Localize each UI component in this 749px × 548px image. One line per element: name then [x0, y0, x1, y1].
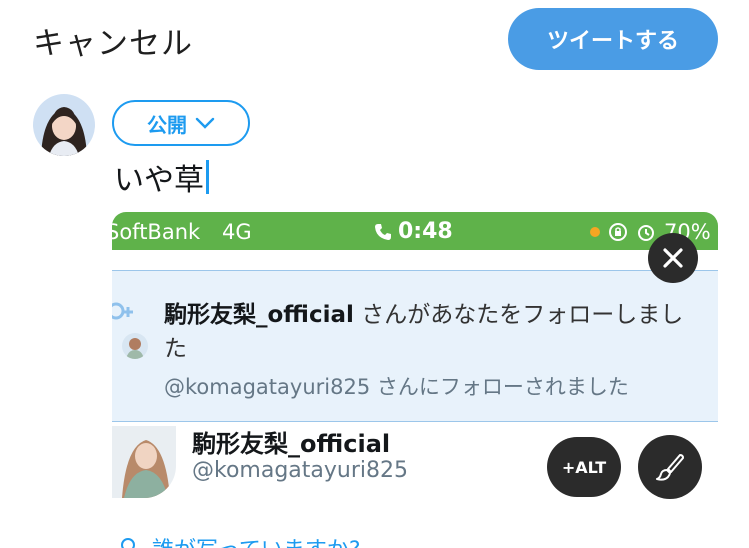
person-icon — [121, 538, 135, 548]
user-card-handle: @komagatayuri825 — [192, 458, 408, 483]
notification-text-end: た — [164, 336, 187, 362]
notification-name: 駒形友梨_official — [164, 302, 354, 328]
clock-time: 0:48 — [398, 219, 453, 244]
status-icons: 70% — [590, 220, 711, 244]
clock: 0:48 — [374, 219, 453, 244]
user-card-avatar — [112, 426, 176, 498]
close-icon — [663, 248, 683, 268]
remove-media-button[interactable] — [648, 233, 698, 283]
tag-people-prompt[interactable]: 誰が写っていますか? — [118, 532, 361, 548]
phone-icon — [375, 223, 391, 240]
brush-icon — [656, 454, 684, 481]
recording-dot — [590, 227, 600, 237]
tag-people-label: 誰が写っていますか? — [152, 532, 361, 548]
edit-image-button[interactable] — [638, 435, 702, 499]
carrier-label: SoftBank — [112, 220, 201, 244]
network-label: 4G — [222, 220, 252, 244]
notification-text: さんがあなたをフォローしまし — [361, 302, 684, 328]
audience-label: 公開 — [147, 112, 187, 137]
notification-subtext: @komagatayuri825 さんにフォローされました — [164, 375, 629, 399]
user-card-name: 駒形友梨_official — [192, 430, 391, 458]
avatar[interactable] — [33, 94, 95, 156]
chevron-down-icon — [195, 117, 215, 129]
tweet-button[interactable]: ツイートする — [508, 8, 718, 70]
cancel-button[interactable]: キャンセル — [33, 18, 193, 63]
status-bar: SoftBank 4G 0:48 70% — [112, 212, 718, 250]
attached-image[interactable]: SoftBank 4G 0:48 70% 駒形友梨_official さんがあな… — [112, 212, 718, 498]
orientation-lock-icon — [609, 223, 627, 241]
notification-message: 駒形友梨_official さんがあなたをフォローしまし — [164, 295, 683, 329]
follow-notification: 駒形友梨_official さんがあなたをフォローしまし た @komagata… — [112, 270, 718, 422]
notification-avatar — [122, 333, 148, 359]
tweet-text-input[interactable]: いや草 — [114, 155, 209, 199]
alarm-icon — [638, 225, 654, 241]
audience-selector[interactable]: 公開 — [112, 100, 250, 146]
text-caret — [206, 160, 209, 194]
alt-text-button[interactable]: +ALT — [547, 437, 621, 497]
tweet-text: いや草 — [114, 163, 204, 198]
